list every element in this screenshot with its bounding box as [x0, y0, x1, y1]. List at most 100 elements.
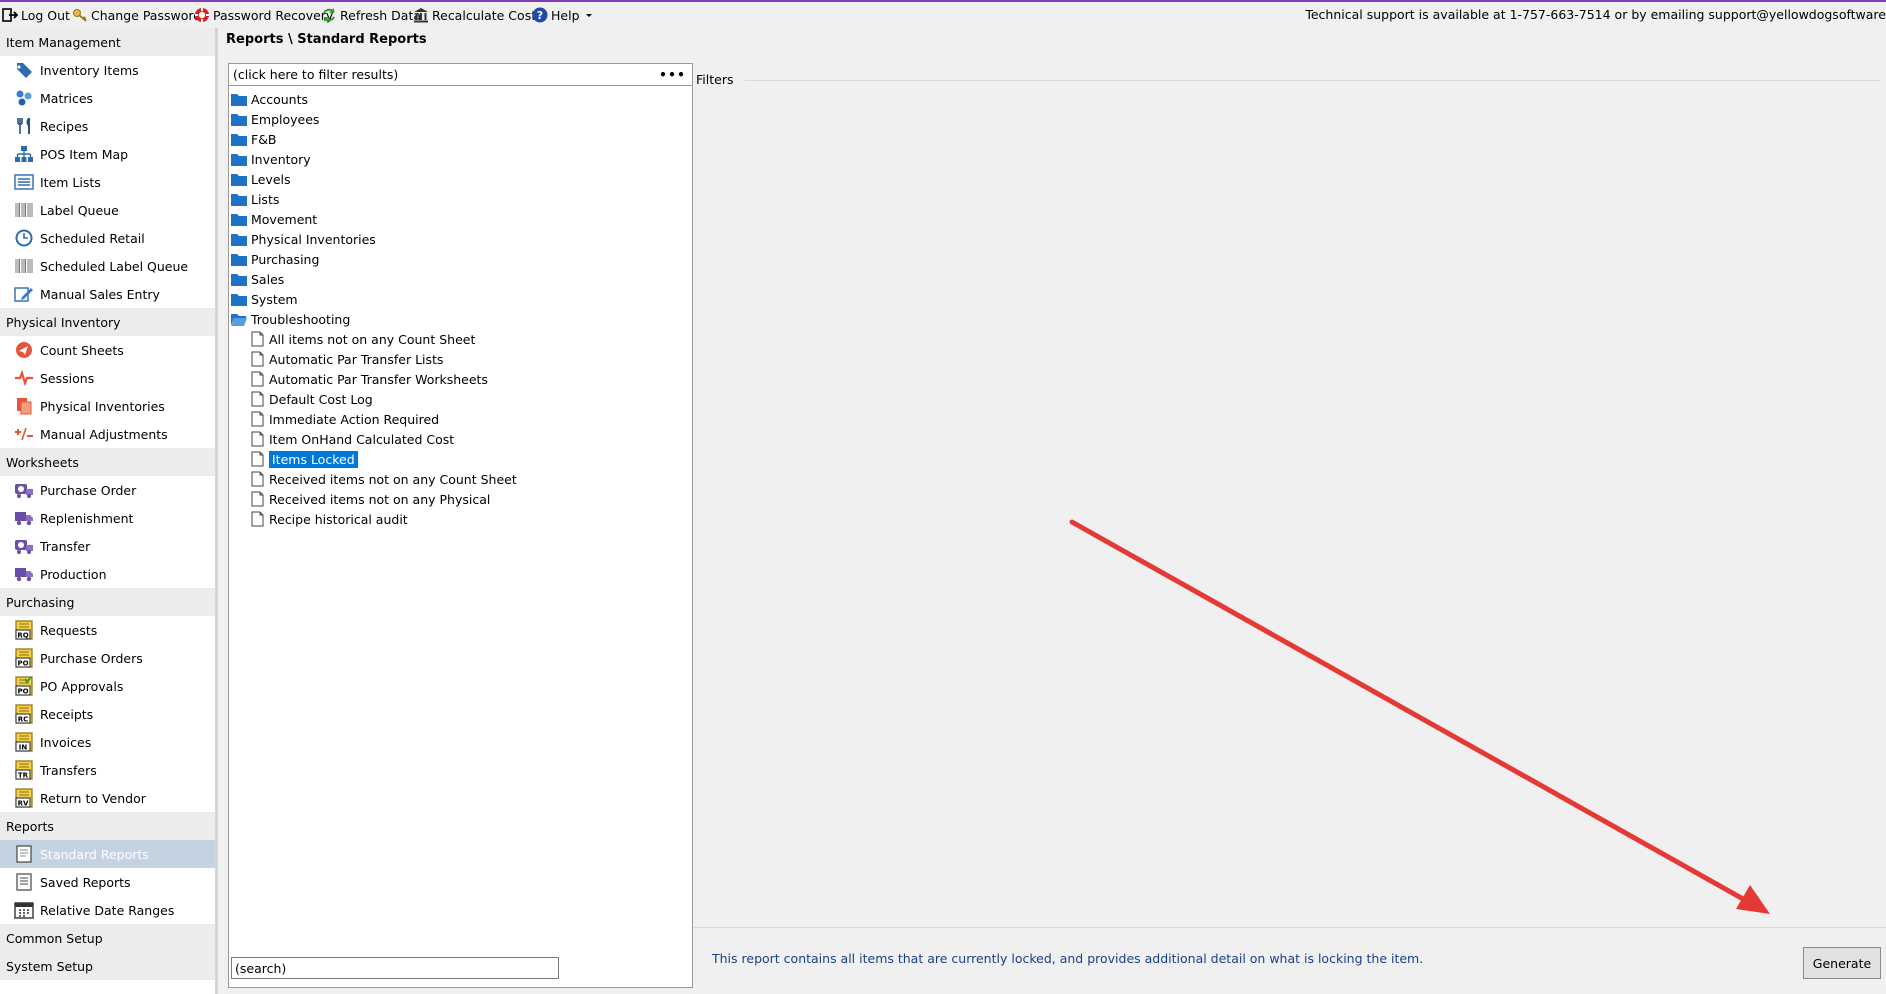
- search-input[interactable]: (search): [231, 957, 559, 979]
- filter-placeholder: (click here to filter results): [233, 67, 399, 82]
- folder-icon: [231, 172, 247, 186]
- tree-folder[interactable]: F&B: [231, 129, 517, 149]
- sidebar-item-requests[interactable]: RQ Requests: [0, 616, 215, 644]
- sidebar-section-reports[interactable]: Reports: [0, 812, 215, 840]
- sidebar-item-production[interactable]: Production: [0, 560, 215, 588]
- sidebar-item-item-lists[interactable]: Item Lists: [0, 168, 215, 196]
- sidebar-item-physical-inventories[interactable]: Physical Inventories: [0, 392, 215, 420]
- tree-folder-label: Troubleshooting: [251, 311, 351, 327]
- support-info: Technical support is available at 1-757-…: [1305, 7, 1886, 22]
- sidebar-item-replenishment[interactable]: Replenishment: [0, 504, 215, 532]
- tree-folder[interactable]: Purchasing: [231, 249, 517, 269]
- sidebar-item-sessions[interactable]: Sessions: [0, 364, 215, 392]
- refresh-icon: [323, 8, 335, 22]
- password-recovery-button[interactable]: Password Recovery: [194, 6, 333, 24]
- tree-report-item[interactable]: Default Cost Log: [231, 389, 517, 409]
- filter-results-input[interactable]: (click here to filter results) •••: [229, 64, 692, 86]
- sidebar-item-purchase-orders[interactable]: PO Purchase Orders: [0, 644, 215, 672]
- sidebar-item-scheduled-retail[interactable]: Scheduled Retail: [0, 224, 215, 252]
- generate-button[interactable]: Generate: [1803, 947, 1881, 979]
- sidebar-item-label: Physical Inventories: [40, 398, 165, 414]
- tree-folder[interactable]: Accounts: [231, 89, 517, 109]
- tree-report-item[interactable]: Items Locked: [231, 449, 517, 469]
- logout-button[interactable]: Log Out: [2, 6, 70, 24]
- tree-report-item[interactable]: Recipe historical audit: [231, 509, 517, 529]
- tree-report-item[interactable]: Immediate Action Required: [231, 409, 517, 429]
- tree-folder[interactable]: Employees: [231, 109, 517, 129]
- tree-report-item[interactable]: Received items not on any Physical: [231, 489, 517, 509]
- key-icon: [73, 9, 87, 22]
- help-menu[interactable]: ? Help: [532, 6, 597, 24]
- sidebar-item-po-approvals[interactable]: PO PO Approvals: [0, 672, 215, 700]
- folder-icon: [231, 292, 247, 306]
- sidebar-item-pos-item-map[interactable]: POS Item Map: [0, 140, 215, 168]
- tree-folder-open[interactable]: Troubleshooting: [231, 309, 517, 329]
- sidebar-item-recipes[interactable]: Recipes: [0, 112, 215, 140]
- change-password-button[interactable]: Change Password: [72, 6, 201, 24]
- folder-icon: [231, 272, 247, 286]
- tag-icon: [12, 60, 36, 80]
- sidebar-section-system-setup[interactable]: System Setup: [0, 952, 215, 980]
- worksheet-icon: [12, 480, 36, 500]
- tree-report-item[interactable]: Automatic Par Transfer Worksheets: [231, 369, 517, 389]
- recalculate-costs-button[interactable]: Recalculate Costs: [413, 6, 543, 24]
- sidebar-item-matrices[interactable]: Matrices: [0, 84, 215, 112]
- sidebar-item-invoices[interactable]: IN Invoices: [0, 728, 215, 756]
- help-icon: ?: [532, 7, 548, 23]
- sidebar-item-count-sheets[interactable]: Count Sheets: [0, 336, 215, 364]
- truck-icon: [12, 564, 36, 584]
- description-divider: [694, 927, 1886, 928]
- folder-icon: [231, 232, 247, 246]
- sidebar-section-physical-inventory[interactable]: Physical Inventory: [0, 308, 215, 336]
- bank-icon: [414, 8, 428, 23]
- sidebar-item-standard-reports[interactable]: Standard Reports: [0, 840, 215, 868]
- sidebar-section-label: Physical Inventory: [6, 314, 121, 330]
- sidebar-item-transfers[interactable]: TR Transfers: [0, 756, 215, 784]
- sidebar-item-label: Replenishment: [40, 510, 134, 526]
- sidebar-item-manual-adjustments[interactable]: Manual Adjustments: [0, 420, 215, 448]
- tree-folder[interactable]: Movement: [231, 209, 517, 229]
- tree-folder[interactable]: Lists: [231, 189, 517, 209]
- sidebar-section-item-management[interactable]: Item Management: [0, 28, 215, 56]
- sidebar-item-return-to-vendor[interactable]: RV Return to Vendor: [0, 784, 215, 812]
- filter-menu-button[interactable]: •••: [659, 67, 686, 82]
- sidebar-item-transfer[interactable]: Transfer: [0, 532, 215, 560]
- sidebar-splitter[interactable]: [215, 28, 218, 994]
- change-password-label: Change Password: [91, 7, 202, 23]
- sidebar-item-label: Production: [40, 566, 107, 582]
- tree-folder-label: Levels: [251, 171, 291, 187]
- worksheet-icon: [12, 536, 36, 556]
- document-icon: [251, 371, 264, 387]
- document-icon: [251, 351, 264, 367]
- tree-folder[interactable]: Sales: [231, 269, 517, 289]
- tree-folder[interactable]: Levels: [231, 169, 517, 189]
- sidebar-item-label-queue[interactable]: Label Queue: [0, 196, 215, 224]
- sidebar-item-relative-date-ranges[interactable]: Relative Date Ranges: [0, 896, 215, 924]
- sidebar-item-label: Transfers: [40, 762, 97, 778]
- sidebar-item-purchase-order[interactable]: Purchase Order: [0, 476, 215, 504]
- sidebar-item-label: Return to Vendor: [40, 790, 146, 806]
- refresh-data-button[interactable]: Refresh Data: [321, 6, 421, 24]
- tree-report-item[interactable]: All items not on any Count Sheet: [231, 329, 517, 349]
- doc-badge-icon: IN: [12, 732, 36, 752]
- tree-folder[interactable]: Physical Inventories: [231, 229, 517, 249]
- sidebar-section-worksheets[interactable]: Worksheets: [0, 448, 215, 476]
- edit-icon: [12, 284, 36, 304]
- physical-inventories-icon: [12, 396, 36, 416]
- tree-report-item[interactable]: Automatic Par Transfer Lists: [231, 349, 517, 369]
- svg-text:IN: IN: [19, 744, 28, 752]
- tree-report-item[interactable]: Received items not on any Count Sheet: [231, 469, 517, 489]
- tree-folder[interactable]: System: [231, 289, 517, 309]
- tree-report-item[interactable]: Item OnHand Calculated Cost: [231, 429, 517, 449]
- sidebar-section-common-setup[interactable]: Common Setup: [0, 924, 215, 952]
- sidebar-item-scheduled-label-queue[interactable]: Scheduled Label Queue: [0, 252, 215, 280]
- tree-folder[interactable]: Inventory: [231, 149, 517, 169]
- logout-icon: [2, 8, 18, 22]
- sidebar-item-inventory-items[interactable]: Inventory Items: [0, 56, 215, 84]
- sidebar-section-purchasing[interactable]: Purchasing: [0, 588, 215, 616]
- report-icon: [12, 844, 36, 864]
- sidebar-item-receipts[interactable]: RC Receipts: [0, 700, 215, 728]
- sidebar-item-manual-sales-entry[interactable]: Manual Sales Entry: [0, 280, 215, 308]
- sidebar-item-saved-reports[interactable]: Saved Reports: [0, 868, 215, 896]
- report-tree-panel: (click here to filter results) ••• Accou…: [228, 63, 693, 988]
